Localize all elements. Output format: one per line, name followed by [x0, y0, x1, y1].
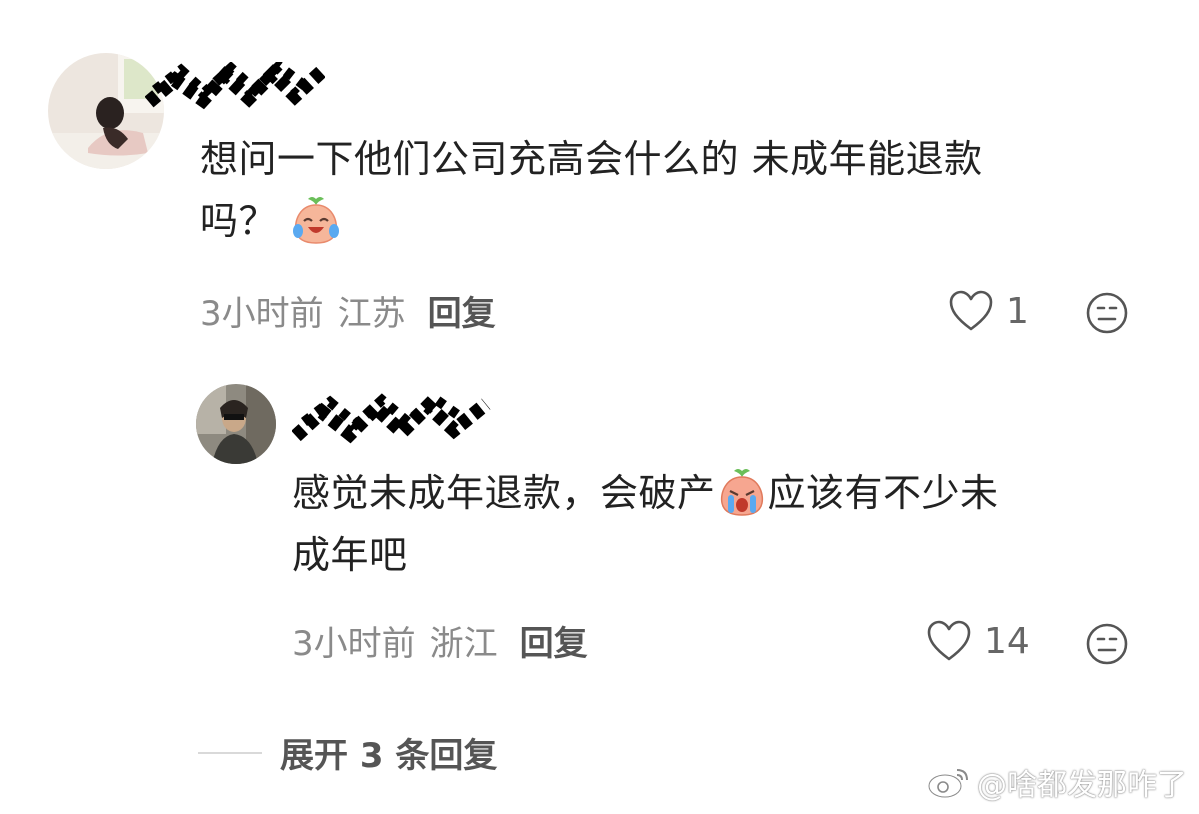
crying-laugh-peach-emoji [292, 196, 339, 244]
reply-time: 3小时前 [292, 624, 416, 664]
reply-text-part: 应该有不少未 [767, 471, 999, 515]
like-count: 1 [1006, 290, 1029, 332]
dislike-face-icon[interactable] [1085, 291, 1129, 335]
comment-line-text: 吗？ [200, 199, 278, 243]
crying-peach-emoji [720, 468, 763, 516]
reply-meta: 3小时前 浙江 回复 [292, 624, 588, 664]
reply-button[interactable]: 回复 [520, 624, 588, 664]
comment-text: 想问一下他们公司充高会什么的 未成年能退款 吗？ [200, 128, 1160, 252]
reply-text-part: 感觉未成年退款，会破产 [292, 471, 716, 515]
dislike-face-icon[interactable] [1085, 622, 1129, 666]
expand-replies-label: 展开 3 条回复 [280, 736, 498, 776]
comment-line: 想问一下他们公司充高会什么的 未成年能退款 [200, 137, 983, 181]
weibo-watermark: @啥都发那咋了 [927, 760, 1187, 804]
watermark-text: @啥都发那咋了 [977, 768, 1187, 803]
comment-time: 3小时前 [200, 294, 324, 334]
username-censored [292, 392, 491, 444]
expand-replies-button[interactable]: 展开 3 条回复 [198, 728, 497, 777]
expand-divider [198, 751, 262, 754]
like-count: 14 [984, 620, 1030, 662]
reply-button[interactable]: 回复 [428, 294, 496, 334]
weibo-logo-icon [927, 769, 968, 799]
reply-location: 浙江 [429, 624, 498, 664]
comment-location: 江苏 [337, 294, 406, 334]
username-censored [145, 62, 325, 110]
replier-avatar[interactable] [196, 384, 276, 464]
reply-text: 感觉未成年退款，会破产 应该有不少未 成年吧 [292, 462, 1152, 586]
reply-line: 感觉未成年退款，会破产 应该有不少未 [292, 462, 1152, 524]
comment-line: 吗？ [200, 190, 1160, 252]
like-button[interactable]: 1 [948, 290, 1029, 332]
reply-line: 成年吧 [292, 533, 408, 577]
heart-icon [949, 290, 993, 331]
like-button[interactable]: 14 [926, 620, 1030, 662]
comment-meta: 3小时前 江苏 回复 [200, 294, 496, 334]
heart-icon [927, 620, 971, 661]
